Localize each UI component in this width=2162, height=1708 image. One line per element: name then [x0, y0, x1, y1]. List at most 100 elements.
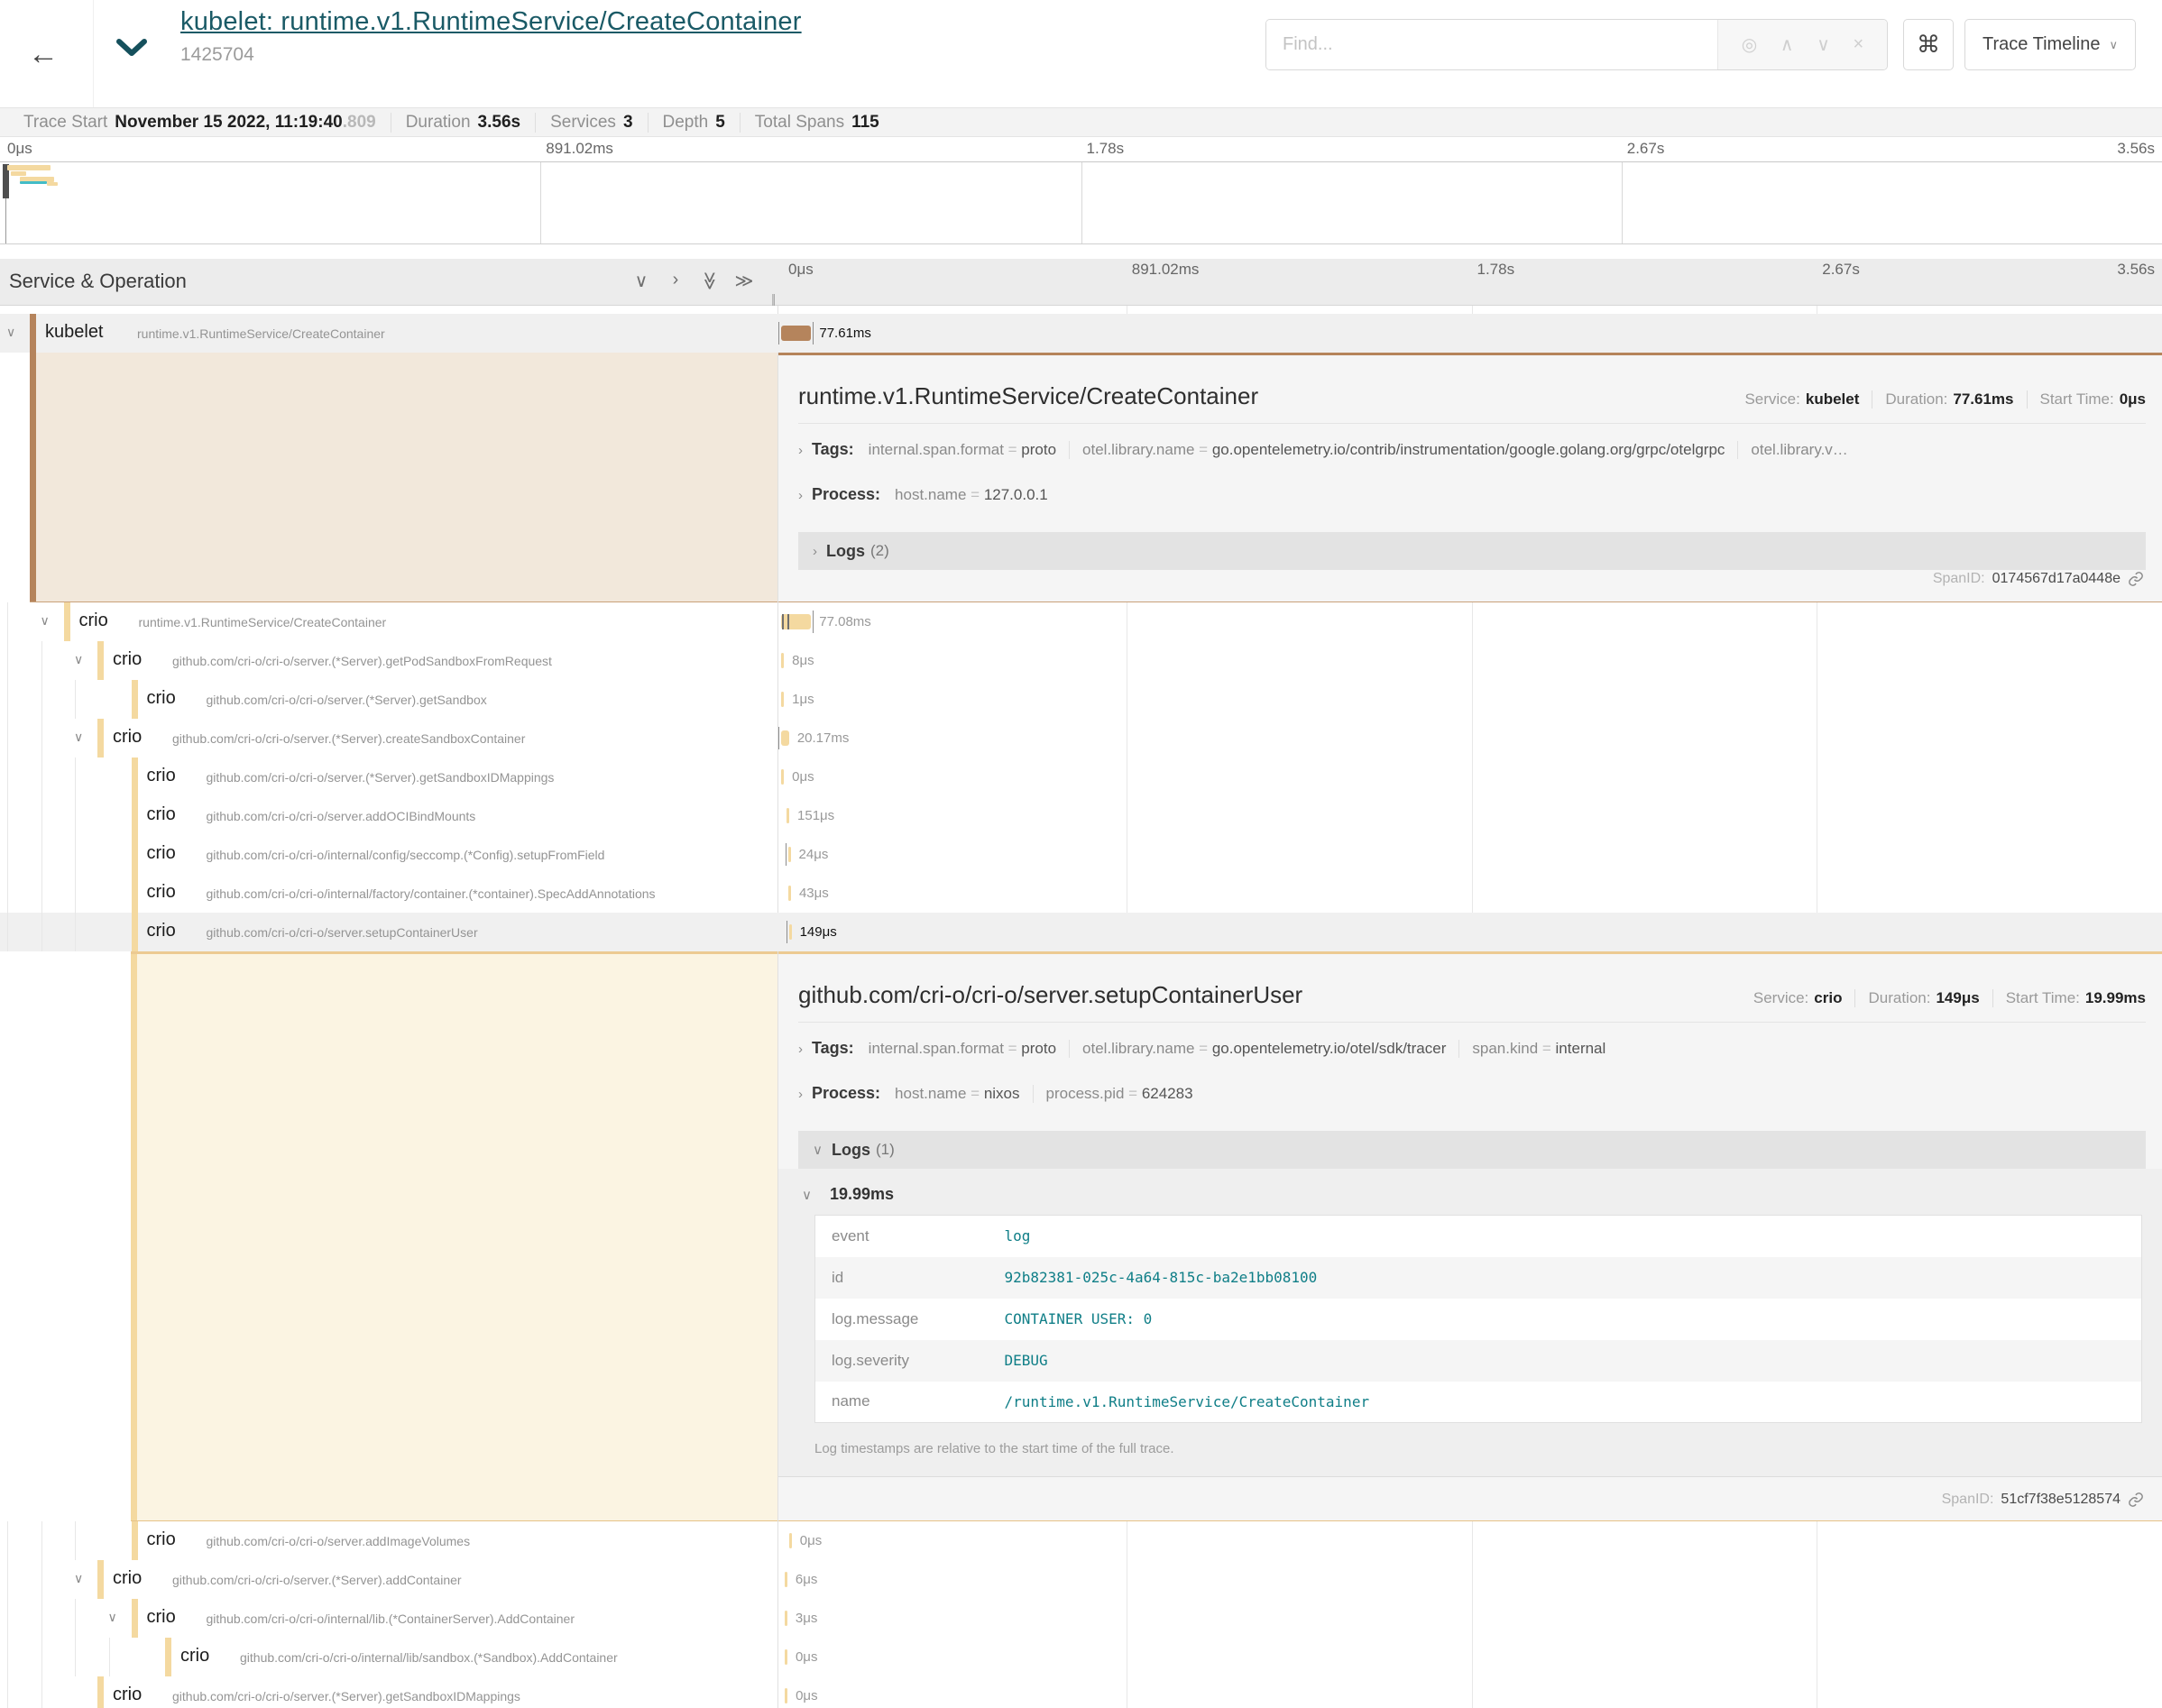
indent-guide: [75, 796, 76, 835]
service-color-bar: [97, 641, 104, 680]
tag-item: host.name = nixos: [895, 1085, 1033, 1103]
span-row-crio-8[interactable]: criogithub.com/cri-o/cri-o/internal/fact…: [0, 874, 2162, 913]
summary-label: Trace Start: [23, 113, 107, 133]
link-icon[interactable]: [2128, 1492, 2144, 1508]
timeline-span-bar[interactable]: [781, 326, 811, 341]
service-color-bar: [97, 1560, 104, 1599]
tags-accordion[interactable]: › Tags: internal.span.format = protootel…: [798, 440, 2146, 469]
span-row-crio-10[interactable]: criogithub.com/cri-o/cri-o/server.addIma…: [0, 1521, 2162, 1560]
indent-guide: [41, 758, 42, 796]
service-name: crio: [113, 1685, 142, 1705]
timeline-span-bar[interactable]: [781, 692, 784, 707]
span-row-crio-3[interactable]: crio github.com/cri-o/cri-o/server.(*Serv…: [0, 680, 2162, 719]
timeline-span-bar[interactable]: [787, 808, 789, 823]
collapse-all-icon[interactable]: ≫: [699, 271, 722, 291]
timeline-span-bar[interactable]: [785, 1611, 787, 1626]
service-name: crio: [79, 611, 108, 631]
log-entry-header[interactable]: ∨ 19.99ms: [802, 1185, 2144, 1204]
log-entry-timestamp: 19.99ms: [830, 1185, 894, 1204]
logs-accordion[interactable]: › Logs (2): [798, 532, 2146, 570]
span-toggle-chevron-icon[interactable]: ∨: [6, 325, 15, 340]
span-row-crio-4[interactable]: ∨criogithub.com/cri-o/cri-o/server.(*Ser…: [0, 719, 2162, 758]
expand-one-icon[interactable]: ›: [666, 270, 685, 292]
timeline-span-bar[interactable]: [789, 924, 792, 940]
tag-item: process.pid = 624283: [1034, 1085, 1206, 1103]
indent-guide: [41, 1560, 42, 1599]
span-toggle-chevron-icon[interactable]: ∨: [41, 613, 50, 629]
clear-find-icon[interactable]: ×: [1854, 34, 1864, 55]
operation-name: runtime.v1.RuntimeService/CreateContaine…: [137, 326, 385, 341]
span-row-crio-14[interactable]: criogithub.com/cri-o/cri-o/server.(*Serv…: [0, 1676, 2162, 1708]
locate-icon[interactable]: ◎: [1742, 33, 1757, 56]
tag-key: otel.library.name: [1082, 441, 1194, 458]
span-id-row: SpanID: 0174567d17a0448e: [1933, 571, 2144, 587]
minimap-tick: 0μs: [7, 140, 32, 158]
service-name: kubelet: [45, 322, 104, 343]
minimap-ruler: 0μs891.02ms1.78s2.67s3.56s: [0, 138, 2162, 161]
span-toggle-chevron-icon[interactable]: ∨: [74, 1571, 83, 1586]
log-field-row: log.severityDEBUG: [815, 1340, 2142, 1382]
link-icon[interactable]: [2128, 571, 2144, 587]
span-row-crio-2[interactable]: ∨criogithub.com/cri-o/cri-o/server.(*Ser…: [0, 641, 2162, 680]
log-field-value: CONTAINER USER: 0: [1005, 1299, 2142, 1340]
logs-accordion-open[interactable]: ∨ Logs (1): [798, 1131, 2146, 1169]
find-input[interactable]: [1266, 20, 1717, 69]
service-name: crio: [147, 766, 176, 786]
operation-name: github.com/cri-o/cri-o/server.(*Server).…: [207, 770, 555, 785]
trace-minimap[interactable]: [0, 161, 2162, 244]
tag-value: 127.0.0.1: [984, 486, 1048, 503]
process-accordion[interactable]: › Process: host.name = 127.0.0.1: [798, 485, 2146, 514]
service-color-bar: [132, 1599, 138, 1638]
timeline-span-bar[interactable]: [781, 653, 784, 668]
keyboard-shortcuts-button[interactable]: ⌘: [1903, 19, 1954, 70]
process-accordion[interactable]: › Process: host.name = nixosprocess.pid …: [798, 1084, 2146, 1113]
collapse-trace-chevron-icon[interactable]: [115, 38, 148, 62]
span-toggle-chevron-icon[interactable]: ∨: [74, 652, 83, 667]
timeline-span-bar[interactable]: [788, 847, 791, 862]
span-row-crio-7[interactable]: criogithub.com/cri-o/cri-o/internal/conf…: [0, 835, 2162, 874]
service-color-bar: [97, 1676, 104, 1708]
span-row-crio-12[interactable]: ∨criogithub.com/cri-o/cri-o/internal/lib…: [0, 1599, 2162, 1638]
trace-title-link[interactable]: kubelet: runtime.v1.RuntimeService/Creat…: [180, 7, 802, 36]
span-toggle-chevron-icon[interactable]: ∨: [108, 1610, 117, 1625]
operation-name: github.com/cri-o/cri-o/server.(*Server).…: [207, 693, 487, 707]
indent-guide: [75, 680, 76, 719]
span-row-crio-5[interactable]: crio github.com/cri-o/cri-o/server.(*Serv…: [0, 758, 2162, 796]
service-name: crio: [147, 804, 176, 825]
timeline-span-bar[interactable]: [781, 769, 784, 785]
span-row-crio-1[interactable]: ∨crioruntime.v1.RuntimeService/CreateCon…: [0, 602, 2162, 641]
timeline-span-bar[interactable]: [785, 1572, 787, 1587]
timeline-span-bar[interactable]: [789, 1533, 792, 1548]
span-row-crio-13[interactable]: criogithub.com/cri-o/cri-o/internal/lib/…: [0, 1638, 2162, 1676]
minimap-span-bar: [47, 182, 58, 186]
timeline-span-bar[interactable]: [785, 1649, 787, 1665]
span-toggle-chevron-icon[interactable]: ∨: [74, 730, 83, 745]
expand-all-icon[interactable]: ≫: [734, 270, 754, 292]
timeline-span-bar[interactable]: [788, 886, 791, 901]
span-duration-label: 0μs: [800, 1533, 823, 1548]
timeline-span-bar[interactable]: [781, 730, 789, 746]
span-row-crio-11[interactable]: ∨criogithub.com/cri-o/cri-o/server.(*Ser…: [0, 1560, 2162, 1599]
prev-result-icon[interactable]: ∧: [1780, 33, 1794, 56]
summary-value: 3.56s: [478, 113, 521, 133]
service-name: crio: [147, 688, 176, 709]
next-result-icon[interactable]: ∨: [1817, 33, 1830, 56]
back-arrow-icon[interactable]: ←: [16, 27, 70, 81]
log-field-key: log.severity: [815, 1340, 1005, 1382]
timeline-span-bar[interactable]: [785, 1688, 787, 1703]
tags-accordion[interactable]: › Tags: internal.span.format = protootel…: [798, 1039, 2146, 1068]
collapse-one-icon[interactable]: ∨: [631, 270, 651, 292]
tag-equals: =: [1538, 1040, 1555, 1057]
operation-name: github.com/cri-o/cri-o/server.addOCIBind…: [207, 809, 476, 823]
view-selector-button[interactable]: Trace Timeline ∨: [1964, 19, 2136, 70]
span-row-crio-9[interactable]: criogithub.com/cri-o/cri-o/server.setupC…: [0, 913, 2162, 951]
column-resizer-handle[interactable]: ||: [771, 291, 774, 306]
service-name: crio: [113, 727, 142, 748]
tag-value: go.opentelemetry.io/contrib/instrumentat…: [1212, 441, 1725, 458]
timeline-span-bar[interactable]: [781, 614, 811, 629]
span-row-crio-6[interactable]: crio github.com/cri-o/cri-o/server.addOCI…: [0, 796, 2162, 835]
timeline-tick: 3.56s: [2117, 261, 2155, 279]
span-row-kubelet-0[interactable]: ∨ kubelet runtime.v1.RuntimeService/Create…: [0, 314, 2162, 353]
trace-summary-bar: Trace StartNovember 15 2022, 11:19:40.80…: [0, 107, 2162, 137]
span-id-value: 0174567d17a0448e: [1992, 571, 2121, 587]
